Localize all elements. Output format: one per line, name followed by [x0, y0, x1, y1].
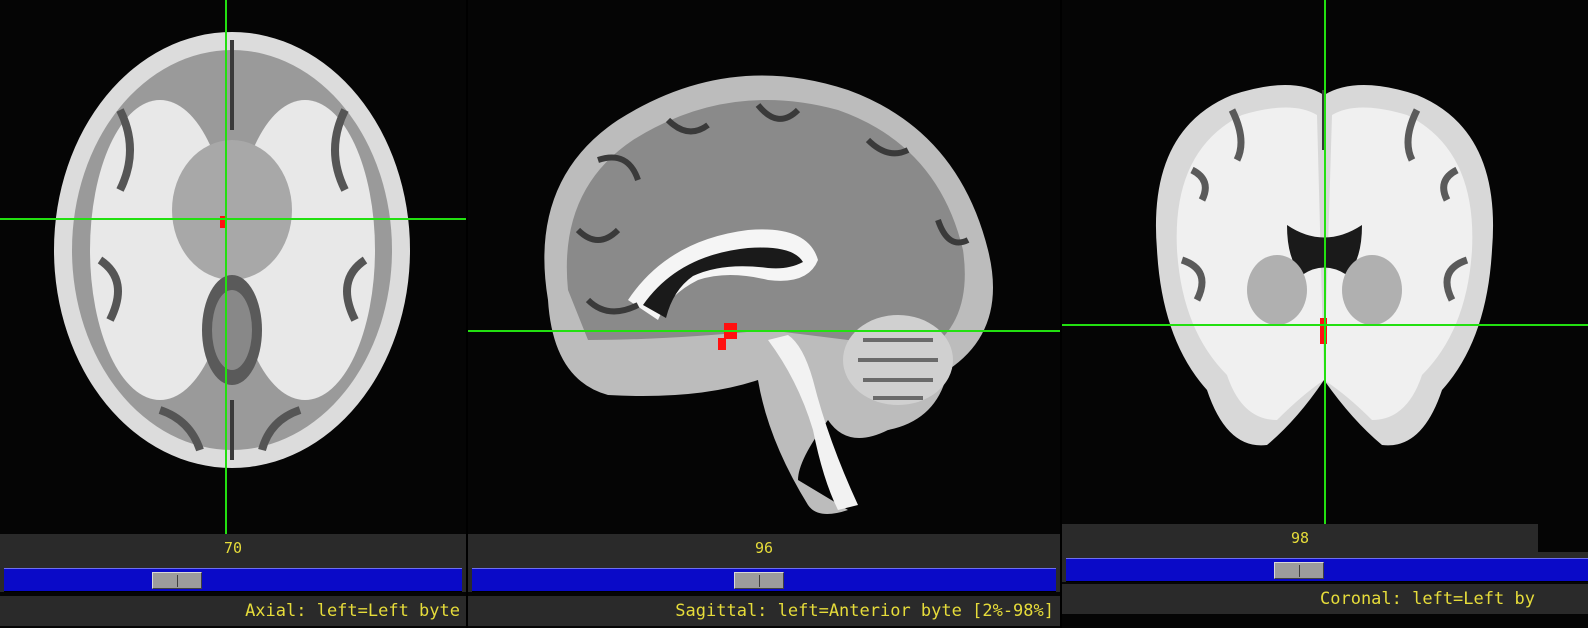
sagittal-caption: Sagittal: left=Anterior byte [2%-98%] [468, 596, 1060, 626]
coronal-slider-thumb[interactable] [1274, 562, 1324, 579]
sagittal-slice-number: 96 [468, 534, 1060, 562]
coronal-caption: Coronal: left=Left by [1062, 584, 1588, 614]
axial-slice-slider[interactable] [0, 562, 466, 592]
sagittal-slice-slider[interactable] [468, 562, 1060, 592]
axial-overlay [0, 0, 466, 534]
coronal-overlay [1062, 0, 1588, 524]
sagittal-slider-track[interactable] [472, 568, 1056, 592]
coronal-panel: 98 Coronal: left=Left by [1062, 0, 1588, 628]
sagittal-panel: 96 Sagittal: left=Anterior byte [2%-98%] [468, 0, 1060, 628]
axial-slice-number: 70 [0, 534, 466, 562]
sagittal-slider-thumb[interactable] [734, 572, 784, 589]
coronal-slider-track[interactable] [1066, 558, 1588, 582]
axial-panel: 70 Axial: left=Left byte [0, 0, 466, 628]
sagittal-overlay [468, 323, 1060, 350]
coronal-slice-slider[interactable] [1062, 552, 1588, 582]
coronal-slice-number: 98 [1062, 524, 1538, 552]
sagittal-roi-marker-2 [718, 338, 726, 350]
sagittal-view[interactable] [468, 0, 1060, 534]
axial-slider-track[interactable] [4, 568, 462, 592]
axial-view[interactable] [0, 0, 466, 534]
coronal-view[interactable] [1062, 0, 1588, 524]
axial-slider-thumb[interactable] [152, 572, 202, 589]
axial-caption: Axial: left=Left byte [0, 596, 466, 626]
